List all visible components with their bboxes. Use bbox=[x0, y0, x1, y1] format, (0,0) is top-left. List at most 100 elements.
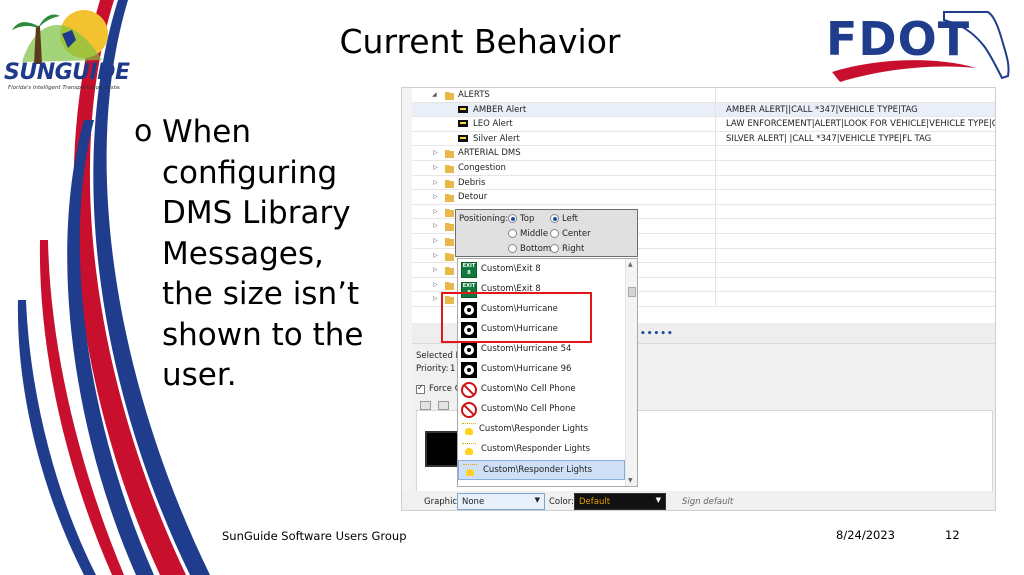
responder-lights-icon bbox=[462, 463, 478, 479]
graphic-select[interactable]: None ▼ bbox=[457, 493, 545, 510]
graphic-option[interactable]: Custom\Hurricane bbox=[458, 320, 625, 340]
graphic-option[interactable]: Custom\Hurricane bbox=[458, 300, 625, 320]
folder-icon bbox=[445, 296, 454, 305]
graphic-option[interactable]: Custom\No Cell Phone bbox=[458, 400, 625, 420]
folder-icon bbox=[445, 252, 454, 261]
toolbar-page-button[interactable] bbox=[420, 401, 431, 410]
folder-icon bbox=[445, 150, 454, 159]
tree-row[interactable]: Silver Alert SILVER ALERT| |CALL *347|VE… bbox=[412, 131, 995, 147]
page-number: 12 bbox=[945, 528, 960, 542]
graphic-option-label: Custom\Hurricane 96 bbox=[481, 364, 572, 374]
dms-sign-icon bbox=[458, 105, 468, 113]
graphic-option-label: Custom\Responder Lights bbox=[483, 465, 593, 475]
graphic-dropdown-list: EXIT 8 Custom\Exit 8 EXIT 8 Custom\Exit … bbox=[457, 258, 638, 487]
responder-lights-icon bbox=[461, 422, 477, 438]
hurricane-icon bbox=[461, 302, 477, 318]
tree-row-message: AMBER ALERT||CALL *347|VEHICLE TYPE|TAG bbox=[726, 104, 918, 115]
graphic-option-label: Custom\Responder Lights bbox=[481, 444, 591, 454]
left-stripe-red-thin bbox=[39, 240, 124, 575]
tree-row-label: AMBER Alert bbox=[473, 104, 527, 115]
tree-row[interactable]: ◢ ALERTS bbox=[412, 88, 995, 103]
position-middle-radio[interactable] bbox=[508, 229, 517, 238]
graphic-options-bar: Graphic: None ▼ Color: Default ▼ Sign de… bbox=[402, 491, 995, 510]
tree-row[interactable]: LEO Alert LAW ENFORCEMENT|ALERT|LOOK FOR… bbox=[412, 117, 995, 132]
exit-sign-icon: EXIT 8 bbox=[461, 262, 477, 278]
graphic-option[interactable]: Custom\Responder Lights bbox=[458, 440, 625, 460]
collapsed-arrow-icon[interactable]: ▷ bbox=[433, 149, 438, 156]
slide-title: Current Behavior bbox=[339, 22, 621, 61]
tree-row-label: ALERTS bbox=[458, 90, 490, 100]
graphic-select-value: None bbox=[462, 497, 485, 507]
position-middle-label: Middle bbox=[520, 229, 549, 239]
bullet-text: When configuring DMS Library Messages, t… bbox=[162, 114, 364, 393]
tree-row-label: Congestion bbox=[458, 163, 506, 173]
dms-sign-icon bbox=[458, 120, 468, 128]
selected-message-label: Selected M bbox=[416, 351, 463, 361]
sign-preview bbox=[425, 431, 461, 467]
priority-label: Priority: bbox=[416, 364, 449, 374]
dropdown-arrow-icon: ▼ bbox=[655, 496, 661, 504]
dropdown-scrollbar[interactable]: ▲ ▼ bbox=[625, 259, 637, 486]
toolbar-page-button[interactable] bbox=[438, 401, 449, 410]
positioning-label: Positioning: bbox=[459, 214, 509, 224]
tree-row-label: Detour bbox=[458, 192, 488, 203]
folder-icon bbox=[445, 238, 454, 246]
graphic-option[interactable]: Custom\Hurricane 54 bbox=[458, 340, 625, 360]
collapsed-arrow-icon[interactable]: ▷ bbox=[433, 164, 438, 171]
sunguide-logo-word: SUNGUIDE bbox=[4, 60, 130, 85]
position-right-radio[interactable] bbox=[550, 244, 559, 253]
collapsed-arrow-icon[interactable]: ▷ bbox=[433, 179, 438, 186]
graphic-option[interactable]: Custom\No Cell Phone bbox=[458, 380, 625, 400]
collapsed-arrow-icon[interactable]: ▷ bbox=[433, 295, 438, 302]
tree-row[interactable]: AMBER Alert AMBER ALERT||CALL *347|VEHIC… bbox=[412, 102, 995, 118]
hurricane-icon bbox=[461, 362, 477, 378]
collapsed-arrow-icon[interactable]: ▷ bbox=[433, 266, 438, 273]
graphic-option-label: Custom\Exit 8 bbox=[481, 264, 541, 274]
position-center-radio[interactable] bbox=[550, 229, 559, 238]
scroll-up-arrow-icon[interactable]: ▲ bbox=[628, 261, 633, 268]
graphic-option[interactable]: Custom\Hurricane 96 bbox=[458, 360, 625, 380]
collapsed-arrow-icon[interactable]: ▷ bbox=[433, 208, 438, 215]
no-cell-phone-icon bbox=[461, 382, 477, 398]
scroll-thumb[interactable] bbox=[628, 287, 636, 297]
tree-row-label: Silver Alert bbox=[473, 133, 520, 144]
graphic-option-selected[interactable]: Custom\Responder Lights bbox=[458, 460, 625, 480]
priority-value[interactable]: 1 bbox=[450, 364, 455, 374]
drag-handle-icon[interactable]: ••••• bbox=[640, 329, 674, 339]
tree-row[interactable]: ▷ ARTERIAL DMS bbox=[412, 146, 995, 161]
sign-default-label: Sign default bbox=[682, 497, 734, 507]
responder-lights-icon bbox=[461, 442, 477, 458]
position-top-radio[interactable] bbox=[508, 214, 517, 223]
folder-icon bbox=[445, 223, 454, 232]
no-cell-phone-icon bbox=[461, 402, 477, 418]
expanded-arrow-icon[interactable]: ◢ bbox=[432, 91, 437, 98]
graphic-option[interactable]: Custom\Responder Lights bbox=[458, 420, 625, 440]
tree-row-label: LEO Alert bbox=[473, 119, 513, 130]
tree-row[interactable]: ▷ Debris bbox=[412, 175, 995, 191]
tree-row[interactable]: ▷ Detour bbox=[412, 190, 995, 205]
tree-row-message: LAW ENFORCEMENT|ALERT|LOOK FOR VEHICLE|V… bbox=[726, 119, 995, 130]
collapsed-arrow-icon[interactable]: ▷ bbox=[433, 281, 438, 288]
folder-icon bbox=[445, 208, 454, 217]
graphic-option[interactable]: EXIT 8 Custom\Exit 8 bbox=[458, 260, 625, 280]
graphic-option[interactable]: EXIT 8 Custom\Exit 8 bbox=[458, 280, 625, 300]
position-center-label: Center bbox=[562, 229, 591, 239]
graphic-option-label: Custom\No Cell Phone bbox=[481, 404, 576, 414]
collapsed-arrow-icon[interactable]: ▷ bbox=[433, 193, 438, 200]
collapsed-arrow-icon[interactable]: ▷ bbox=[433, 237, 438, 244]
scroll-down-arrow-icon[interactable]: ▼ bbox=[628, 477, 633, 484]
color-select-value: Default bbox=[579, 497, 611, 507]
color-select[interactable]: Default ▼ bbox=[574, 493, 666, 510]
position-left-radio[interactable] bbox=[550, 214, 559, 223]
tree-row[interactable]: ▷ Congestion bbox=[412, 161, 995, 176]
position-left-label: Left bbox=[562, 214, 578, 224]
left-stripe-blue-thin bbox=[17, 300, 96, 575]
position-bottom-radio[interactable] bbox=[508, 244, 517, 253]
fdot-logo: FDOT bbox=[826, 6, 1016, 86]
force-checkbox[interactable] bbox=[416, 383, 425, 394]
folder-icon bbox=[445, 267, 454, 276]
graphic-option-label: Custom\Hurricane bbox=[481, 324, 558, 334]
collapsed-arrow-icon[interactable]: ▷ bbox=[433, 252, 438, 259]
collapsed-arrow-icon[interactable]: ▷ bbox=[433, 222, 438, 229]
hurricane-icon bbox=[461, 342, 477, 358]
